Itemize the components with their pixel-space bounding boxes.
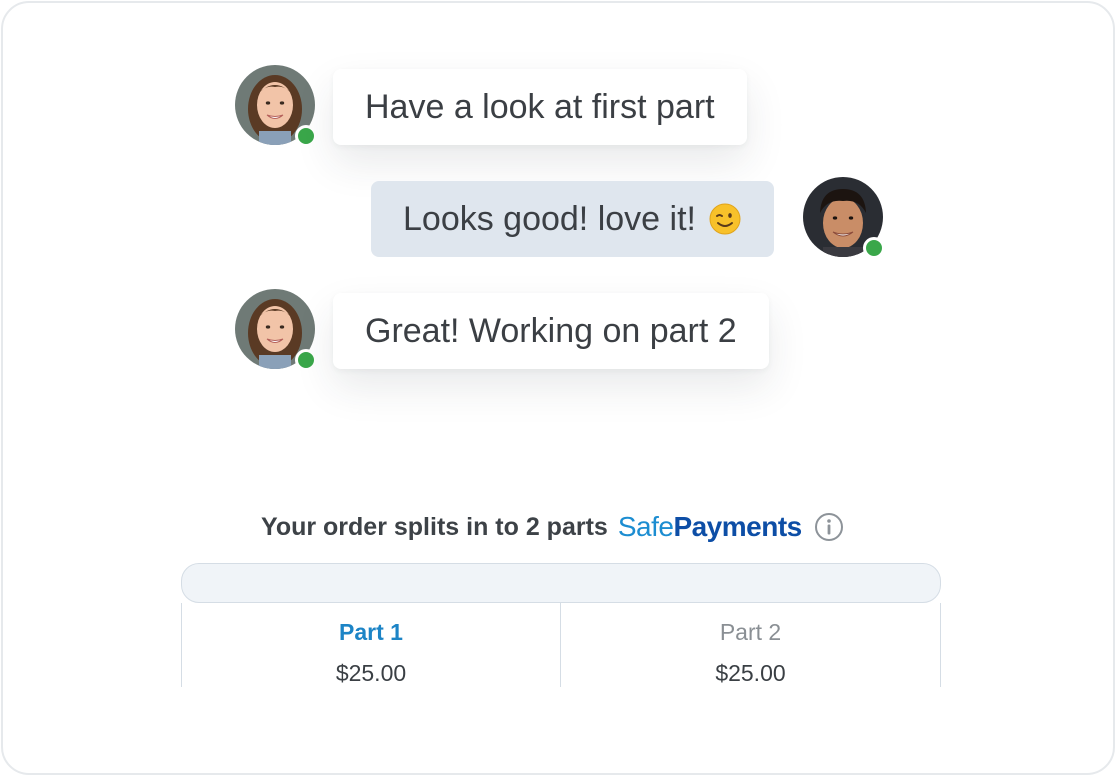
winking-face-icon — [709, 203, 741, 235]
part-1-column[interactable]: Part 1 $25.00 — [181, 603, 561, 687]
avatar-man[interactable] — [803, 177, 885, 259]
card-frame: Have a look at first part Looks good! lo… — [1, 1, 1115, 775]
part-2-column[interactable]: Part 2 $25.00 — [561, 603, 941, 687]
part-2-amount: $25.00 — [715, 660, 786, 686]
avatar-woman[interactable] — [235, 65, 317, 147]
online-status-dot — [295, 125, 317, 147]
part-1-amount: $25.00 — [335, 660, 407, 686]
chat-bubble-incoming: Have a look at first part — [333, 69, 747, 145]
part-2-label[interactable]: Part 2 — [561, 619, 940, 646]
safepayments-logo: SafePayments — [617, 511, 802, 542]
part-1-label[interactable]: Part 1 — [182, 619, 560, 646]
chat-bubble-incoming: Great! Working on part 2 — [333, 293, 769, 369]
split-table: Part 1 $25.00 Part 2 $25.00 — [181, 563, 941, 687]
table-header — [181, 563, 941, 603]
avatar-woman[interactable] — [235, 289, 317, 371]
info-icon[interactable] — [814, 512, 844, 542]
message-text: Great! Working on part 2 — [365, 311, 737, 350]
message-text: Looks good! love it! — [403, 199, 696, 238]
online-status-dot — [863, 237, 885, 259]
chat-bubble-outgoing: Looks good! love it! — [371, 181, 774, 257]
split-title: Your order splits in to 2 parts — [261, 512, 608, 541]
message-text: Have a look at first part — [365, 87, 715, 126]
split-header: Your order splits in to 2 parts SafePaym… — [261, 507, 844, 547]
online-status-dot — [295, 349, 317, 371]
